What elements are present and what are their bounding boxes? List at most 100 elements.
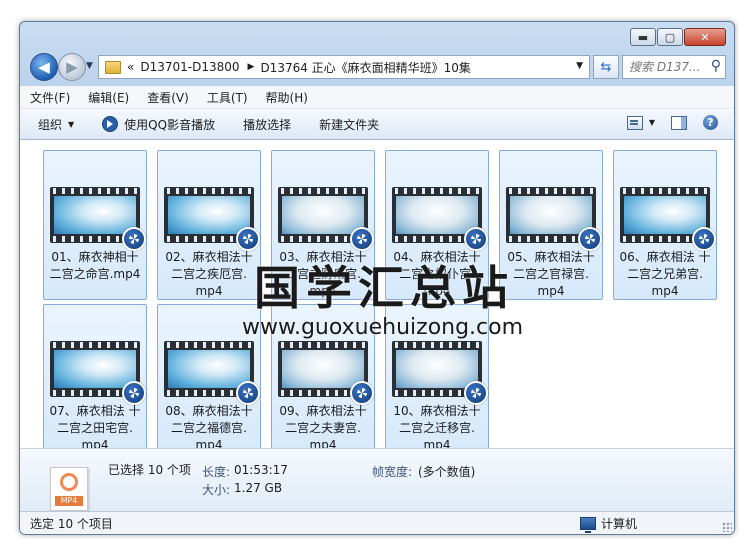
back-arrow-icon: ◀	[38, 58, 50, 76]
play-with-qq-button[interactable]: 使用QQ影音播放	[102, 116, 215, 133]
file-name-line: mp4	[195, 438, 223, 448]
qq-player-badge-icon	[692, 227, 716, 251]
window-controls: ▬ ▢ ✕	[630, 28, 726, 46]
help-icon[interactable]: ?	[703, 115, 718, 130]
chevron-right-icon[interactable]: ▶	[248, 62, 255, 72]
search-input[interactable]	[627, 59, 711, 75]
organize-button[interactable]: 组织 ▼	[38, 116, 74, 133]
minimize-icon: ▬	[637, 30, 649, 44]
breadcrumb-overflow[interactable]: «	[127, 60, 134, 74]
minimize-button[interactable]: ▬	[630, 28, 656, 46]
status-selection: 选定 10 个项目	[30, 517, 113, 531]
file-name-line: mp4	[81, 438, 109, 448]
back-button[interactable]: ◀	[30, 53, 58, 81]
file-type-tag: MP4	[55, 496, 83, 506]
file-name-line: 08、麻衣相法十	[165, 404, 253, 418]
play-selection-button[interactable]: 播放选择	[243, 116, 291, 133]
address-bar[interactable]: « D13701-D13800 ▶ D13764 正心《麻衣面相精华班》10集 …	[98, 55, 590, 79]
file-name-line: 05、麻衣相法十	[507, 250, 595, 264]
file-name-line: 04、麻衣相法十	[393, 250, 481, 264]
file-name-line: 07、麻衣相法 十	[49, 404, 141, 418]
file-item[interactable]: 06、麻衣相法 十二宫之兄弟宫. mp4	[613, 150, 717, 300]
file-item[interactable]: 02、麻衣相法十 二宫之疾厄宫. mp4	[157, 150, 261, 300]
file-name-line: 09、麻衣相法十	[279, 404, 367, 418]
file-name-line: 二宫之迁移宫.	[399, 421, 475, 435]
file-item[interactable]: 03、麻衣相法十 二宫之财帛宫. mp4	[271, 150, 375, 300]
close-button[interactable]: ✕	[684, 28, 726, 46]
file-name-line: 03、麻衣相法十	[279, 250, 367, 264]
menu-edit[interactable]: 编辑(E)	[88, 89, 129, 106]
menu-view[interactable]: 查看(V)	[147, 89, 189, 106]
frame-width-value: (多个数值)	[418, 465, 476, 479]
new-folder-label: 新建文件夹	[319, 117, 380, 132]
menu-file[interactable]: 文件(F)	[30, 89, 70, 106]
play-selection-label: 播放选择	[243, 117, 292, 132]
file-item[interactable]: 08、麻衣相法十 二宫之福德宫. mp4	[157, 304, 261, 448]
file-name-line: 06、麻衣相法 十	[619, 250, 711, 264]
file-item[interactable]: 04、麻衣相法十 二宫之奴仆宫. mp4	[385, 150, 489, 300]
menu-help[interactable]: 帮助(H)	[266, 89, 308, 106]
file-name-line: 二宫之兄弟宫.	[627, 267, 703, 281]
breadcrumb-item[interactable]: D13701-D13800	[140, 60, 239, 74]
size-value: 1.27 GB	[234, 481, 283, 495]
file-name-line: 二宫之疾厄宫.	[171, 267, 247, 281]
maximize-icon: ▢	[664, 30, 676, 44]
organize-label: 组织	[38, 117, 63, 132]
file-name-line: 二宫之田宅宫.	[57, 421, 133, 435]
file-name: 06、麻衣相法 十二宫之兄弟宫. mp4	[616, 249, 714, 300]
file-item[interactable]: 07、麻衣相法 十二宫之田宅宫. mp4	[43, 304, 147, 448]
toolbar-right: ▼ ?	[626, 115, 718, 130]
change-view-button[interactable]: ▼	[626, 115, 655, 130]
film-reel-icon	[60, 473, 78, 491]
forward-button[interactable]: ▶	[58, 53, 86, 81]
computer-icon	[580, 517, 596, 533]
qq-player-badge-icon	[236, 381, 260, 405]
frame-width-label: 帧宽度:	[372, 465, 413, 479]
preview-pane-icon[interactable]	[671, 115, 687, 130]
video-file-icon: MP4	[50, 467, 88, 511]
view-options-icon	[626, 115, 643, 130]
file-name-line: mp4	[651, 284, 679, 298]
selection-count: 已选择 10 个项	[108, 463, 191, 477]
length-value: 01:53:17	[234, 463, 288, 477]
refresh-button[interactable]: ⇆	[593, 55, 619, 79]
file-item[interactable]: 05、麻衣相法十 二宫之官禄宫. mp4	[499, 150, 603, 300]
qq-player-badge-icon	[464, 227, 488, 251]
maximize-button[interactable]: ▢	[657, 28, 683, 46]
folder-icon	[105, 60, 121, 74]
file-item[interactable]: 09、麻衣相法十 二宫之夫妻宫. mp4	[271, 304, 375, 448]
qq-player-badge-icon	[122, 227, 146, 251]
new-folder-button[interactable]: 新建文件夹	[319, 116, 379, 133]
file-name-line: mp4	[309, 438, 337, 448]
navigation-row: ◀ ▶ ▼ « D13701-D13800 ▶ D13764 正心《麻衣面相精华…	[28, 53, 726, 81]
refresh-icon: ⇆	[600, 59, 612, 75]
file-name-line: mp4	[309, 284, 337, 298]
file-name: 04、麻衣相法十 二宫之奴仆宫. mp4	[388, 249, 486, 300]
qq-player-badge-icon	[122, 381, 146, 405]
qq-player-badge-icon	[350, 381, 374, 405]
search-box[interactable]: ⚲	[622, 55, 726, 79]
file-name: 10、麻衣相法十 二宫之迁移宫. mp4	[388, 403, 486, 448]
address-dropdown-icon[interactable]: ▼	[576, 61, 583, 71]
breadcrumb-item[interactable]: D13764 正心《麻衣面相精华班》10集	[260, 59, 471, 76]
resize-grip[interactable]	[722, 522, 732, 532]
file-name-line: 二宫之命宫.mp4	[49, 267, 141, 281]
menu-tools[interactable]: 工具(T)	[207, 89, 248, 106]
status-computer-label: 计算机	[601, 517, 638, 531]
file-name-line: mp4	[537, 284, 565, 298]
file-name-line: 二宫之夫妻宫.	[285, 421, 361, 435]
file-name: 02、麻衣相法十 二宫之疾厄宫. mp4	[160, 249, 258, 300]
file-item[interactable]: 01、麻衣神相十 二宫之命宫.mp4	[43, 150, 147, 300]
file-name-line: 二宫之福德宫.	[171, 421, 247, 435]
file-name-line: 二宫之奴仆宫.	[399, 267, 475, 281]
search-icon[interactable]: ⚲	[711, 58, 721, 74]
file-name: 07、麻衣相法 十二宫之田宅宫. mp4	[46, 403, 144, 448]
file-name-line: 10、麻衣相法十	[393, 404, 481, 418]
history-dropdown-icon[interactable]: ▼	[86, 61, 93, 71]
file-item[interactable]: 10、麻衣相法十 二宫之迁移宫. mp4	[385, 304, 489, 448]
file-name-line: 二宫之财帛宫.	[285, 267, 361, 281]
file-name: 09、麻衣相法十 二宫之夫妻宫. mp4	[274, 403, 372, 448]
file-name-line: 01、麻衣神相十	[51, 250, 139, 264]
play-with-qq-label: 使用QQ影音播放	[124, 117, 216, 132]
explorer-window: ▬ ▢ ✕ ◀ ▶ ▼ « D13701-D13800 ▶ D13764 正心《…	[19, 21, 735, 535]
